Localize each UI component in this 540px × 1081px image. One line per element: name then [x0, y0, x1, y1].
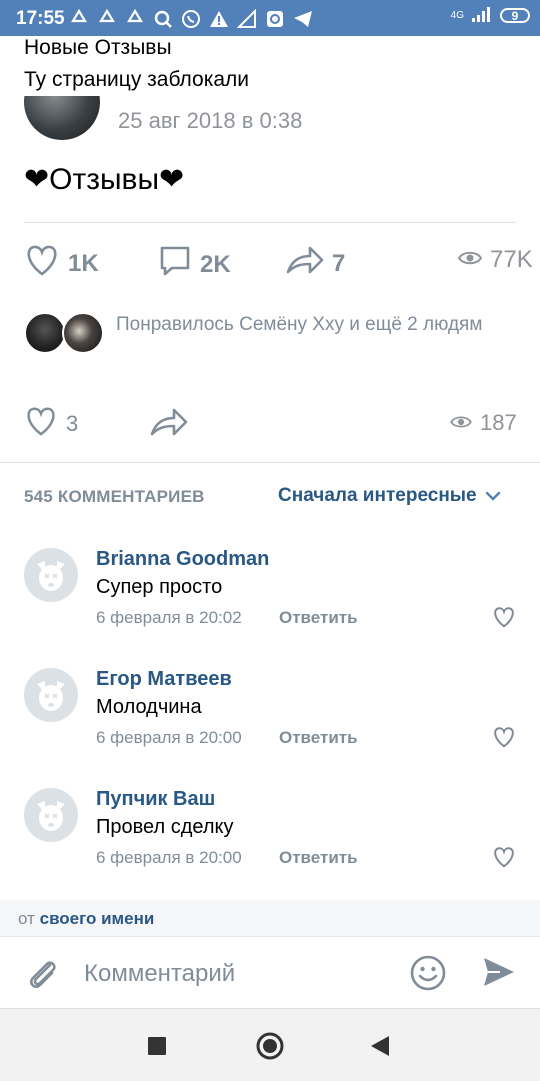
- like-count: 3: [66, 411, 79, 436]
- whatsapp-icon: [180, 8, 201, 29]
- from-prefix: от: [18, 909, 35, 928]
- comment-count: 2K: [200, 250, 231, 278]
- recycle-icon: [96, 8, 117, 29]
- comment-text: Супер просто: [96, 576, 223, 598]
- views-count: 77K: [490, 246, 533, 273]
- recent-apps-button[interactable]: [147, 1036, 167, 1061]
- comment-input[interactable]: [82, 955, 386, 993]
- liked-by-text[interactable]: Понравилось Семёну Ххy и ещё 2 людям: [116, 312, 496, 337]
- avatar[interactable]: [24, 668, 78, 722]
- section-divider: [0, 462, 540, 463]
- post-text: ❤Отзывы❤: [24, 163, 185, 196]
- emoji-icon[interactable]: [410, 955, 446, 996]
- heart-icon: [494, 847, 514, 868]
- heart-icon: [494, 727, 514, 748]
- like-button[interactable]: 3: [24, 406, 78, 442]
- views-indicator: 77K: [457, 246, 533, 274]
- comment-item: Пупчик Ваш Провел сделку 6 февраля в 20:…: [0, 788, 540, 898]
- avatar[interactable]: [24, 788, 78, 842]
- heart-icon: [494, 607, 514, 628]
- comment-author[interactable]: Пупчик Ваш: [96, 788, 215, 811]
- comment-item: Brianna Goodman Супер просто 6 февраля в…: [0, 548, 540, 658]
- share-count: 7: [332, 249, 346, 277]
- share-button[interactable]: 7: [286, 244, 345, 283]
- reply-button[interactable]: Ответить: [279, 728, 358, 748]
- comment-text: Провел сделку: [96, 816, 234, 838]
- clock: 17:55: [16, 8, 65, 29]
- post-date: 25 авг 2018 в 0:38: [118, 108, 303, 133]
- comment-like-button[interactable]: [492, 726, 516, 753]
- comment-author[interactable]: Brianna Goodman: [96, 548, 269, 571]
- post-line-2: Ту страницу заблокали: [24, 68, 250, 91]
- like-count: 1K: [68, 249, 99, 277]
- comments-count: 545 КОММЕНТАРИЕВ: [24, 487, 205, 506]
- avatar[interactable]: [24, 96, 100, 140]
- home-button[interactable]: [256, 1032, 284, 1065]
- eye-icon: [457, 246, 483, 274]
- network-type: 4G: [450, 10, 464, 21]
- like-button[interactable]: 1K: [24, 244, 99, 283]
- share-button[interactable]: [150, 406, 188, 445]
- recycle-icon: [68, 8, 89, 29]
- deactivated-dog-icon: [37, 801, 65, 831]
- sort-dropdown[interactable]: Сначала интересные: [278, 485, 501, 507]
- comment-text: Молодчина: [96, 696, 202, 718]
- avatar: [62, 312, 104, 354]
- avatar: [24, 312, 66, 354]
- battery-indicator: 9: [500, 8, 530, 23]
- signal-icon: [472, 6, 492, 25]
- divider: [24, 222, 516, 223]
- views-indicator: 187: [450, 410, 517, 436]
- comment-date: 6 февраля в 20:00: [96, 728, 242, 747]
- status-bar: 17:55 4G 9: [0, 0, 540, 36]
- back-button[interactable]: [369, 1035, 391, 1062]
- comment-composer: [0, 936, 540, 1009]
- liked-avatars[interactable]: [24, 312, 104, 356]
- attach-icon[interactable]: [26, 955, 58, 996]
- comment-author[interactable]: Егор Матвеев: [96, 668, 232, 691]
- share-arrow-icon: [150, 406, 188, 445]
- search-app-icon: [152, 8, 173, 29]
- avatar[interactable]: [24, 548, 78, 602]
- notification-icons: [68, 8, 313, 29]
- reply-button[interactable]: Ответить: [279, 608, 358, 628]
- share-arrow-icon: [286, 244, 324, 283]
- app-icon: [264, 8, 285, 29]
- comment-like-button[interactable]: [492, 846, 516, 873]
- recycle-icon: [124, 8, 145, 29]
- post-as-bar: от своего имени: [0, 900, 540, 936]
- comment-button[interactable]: 2K: [158, 244, 231, 285]
- system-indicators: 4G 9: [451, 6, 530, 25]
- comment-like-button[interactable]: [492, 606, 516, 633]
- eye-icon: [450, 410, 472, 436]
- telegram-icon: [292, 8, 313, 29]
- comment-date: 6 февраля в 20:02: [96, 608, 242, 627]
- views-count: 187: [480, 410, 517, 435]
- deactivated-dog-icon: [37, 561, 65, 591]
- sort-label: Сначала интересные: [278, 485, 477, 506]
- warning-icon: [208, 8, 229, 29]
- comment-item: Егор Матвеев Молодчина 6 февраля в 20:00…: [0, 668, 540, 778]
- post-as-link[interactable]: своего имени: [40, 909, 155, 928]
- send-icon[interactable]: [482, 955, 516, 994]
- no-signal-icon: [236, 8, 257, 29]
- comment-date: 6 февраля в 20:00: [96, 848, 242, 867]
- system-nav-bar: [0, 1008, 540, 1081]
- comment-icon: [158, 244, 192, 285]
- deactivated-dog-icon: [37, 681, 65, 711]
- heart-icon: [24, 244, 60, 283]
- post-line-1: Новые Отзывы: [24, 36, 172, 59]
- heart-icon: [24, 406, 58, 442]
- chevron-down-icon: [485, 485, 501, 507]
- reply-button[interactable]: Ответить: [279, 848, 358, 868]
